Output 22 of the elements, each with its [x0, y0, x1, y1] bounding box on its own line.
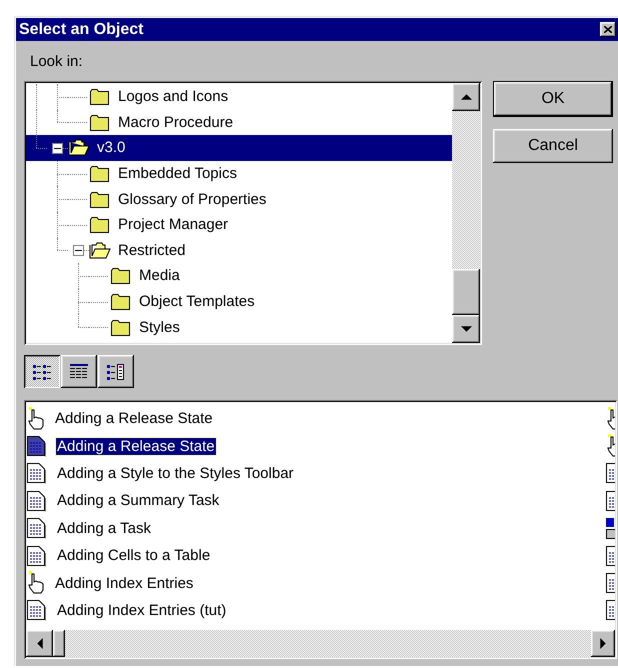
window-title: Select an Object [19, 20, 144, 38]
list-item[interactable]: Adding Index Entries [54, 574, 194, 592]
tree-item[interactable]: Logos and Icons [116, 88, 230, 106]
list-item[interactable]: Adding Cells to a Table [56, 547, 212, 564]
list-item[interactable]: Adding a Summary Task [56, 492, 220, 510]
tree-item[interactable]: Styles [137, 318, 182, 336]
tree-item[interactable]: v3.0 [95, 139, 128, 156]
list-item[interactable]: Adding a Task [56, 520, 152, 537]
tree-item[interactable]: Restricted [116, 242, 188, 259]
tree-item[interactable]: Embedded Topics [116, 165, 239, 182]
tree-item[interactable]: Macro Procedure [116, 114, 236, 131]
ok-button[interactable]: OK [493, 81, 613, 117]
list-item[interactable]: Adding a Style to the Styles Toolbar [56, 464, 295, 482]
tree-item[interactable]: Project Manager [116, 216, 230, 234]
tree-item[interactable]: Media [137, 267, 182, 284]
tree-item[interactable]: Object Templates [137, 293, 257, 310]
look-in-label: Look in: [30, 53, 84, 72]
list-item[interactable]: Adding a Release State [54, 410, 214, 428]
list-item[interactable]: Adding Index Entries (tut) [56, 602, 228, 619]
tree-item[interactable]: Glossary of Properties [116, 190, 268, 208]
cancel-button[interactable]: Cancel [493, 129, 613, 163]
list-item[interactable]: Adding a Release State [56, 438, 216, 455]
